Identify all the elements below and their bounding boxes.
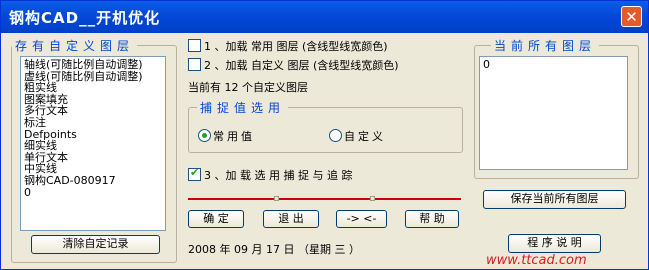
load-custom-layers-label: 2 、加载 自定义 图层 (含线型线宽颜色) [204, 59, 399, 72]
current-layers-list[interactable]: 0 [479, 56, 628, 170]
custom-value-radio[interactable] [329, 129, 342, 142]
program-info-button[interactable]: 程 序 说 明 [508, 234, 601, 253]
save-layers-button[interactable]: 保存当前所有图层 [483, 190, 626, 209]
ok-button[interactable]: 确 定 [188, 210, 244, 228]
list-item[interactable]: 0 [483, 59, 627, 71]
divider-line [188, 198, 461, 200]
clear-records-button[interactable]: 清除自定记录 [31, 235, 160, 254]
custom-value-label: 自定义 [344, 130, 386, 143]
divider-handle [274, 196, 279, 201]
close-button[interactable]: ✕ [621, 6, 642, 27]
custom-layer-count: 当前有 12 个自定义图层 [188, 81, 308, 94]
load-custom-layers-checkbox[interactable] [188, 58, 201, 71]
list-item[interactable]: 钢构CAD-080917 [24, 175, 165, 187]
load-snap-tracking-checkbox[interactable] [188, 166, 201, 181]
current-layers-legend: 当前所有图层 [494, 39, 597, 53]
snap-value-group: 捕捉值选用 [188, 99, 463, 153]
list-item[interactable]: 细实线 [24, 140, 165, 152]
exit-button[interactable]: 退 出 [263, 210, 319, 228]
list-item[interactable]: 轴线(可随比例自动调整) [24, 59, 165, 71]
load-snap-tracking-label: 3 、加 载 选 用 捕 捉 与 追 踪 [204, 169, 353, 182]
custom-layers-list[interactable]: 轴线(可随比例自动调整) 虚线(可随比例自动调整) 粗实线 图案填充 多行文本 标注 Def… [20, 56, 166, 231]
help-button[interactable]: 帮 助 [405, 210, 459, 228]
load-common-layers-label: 1 、加载 常用 图层 (含线型线宽颜色) [204, 40, 388, 53]
divider-handle [370, 196, 375, 201]
arrow-button[interactable]: -> <- [336, 210, 387, 228]
common-value-radio[interactable] [198, 129, 211, 142]
watermark: www.ttcad.com [486, 253, 587, 268]
snap-value-legend: 捕捉值选用 [200, 101, 286, 115]
load-common-layers-checkbox[interactable] [188, 39, 201, 52]
title-bar[interactable]: 钢构CAD__开机优化 ✕ [1, 1, 648, 33]
common-value-label: 常用值 [213, 130, 255, 143]
custom-layers-legend: 存有自定义图层 [15, 39, 135, 53]
date-display: 2008 年 09 月 17 日 （星期 三 ） [188, 243, 360, 256]
main-window: 钢构CAD__开机优化 ✕ 存有自定义图层 轴线(可随比例自动调整) 虚线(可随比… [0, 0, 649, 270]
list-item[interactable]: 标注 [24, 117, 165, 129]
list-item[interactable]: 0 [24, 186, 165, 199]
window-title: 钢构CAD__开机优化 [9, 9, 161, 27]
